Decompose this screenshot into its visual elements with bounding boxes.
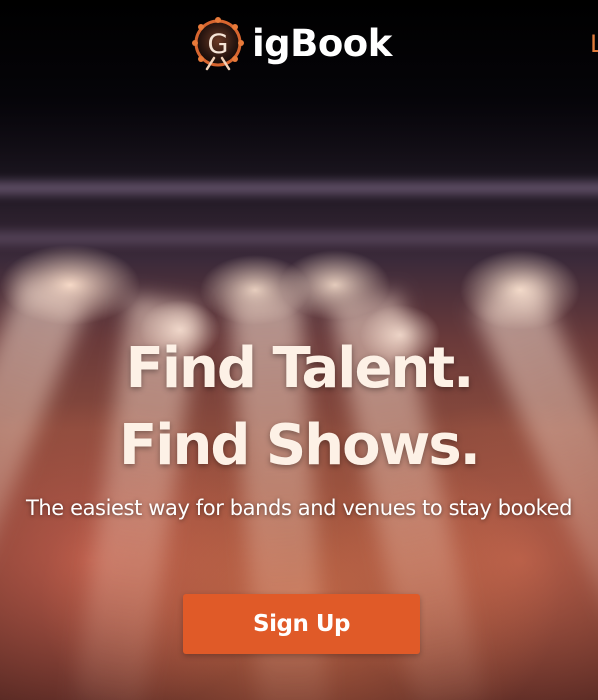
hero-subheadline: The easiest way for bands and venues to … [25, 496, 573, 520]
stage-rig-truss-lower [0, 225, 598, 251]
stage-rig-truss [0, 175, 598, 201]
login-link[interactable]: L [590, 30, 598, 58]
hero-section: Find Talent. Find Shows. The easiest way… [0, 330, 598, 522]
logo-letter: G [208, 29, 229, 60]
hero-headline-line-2: Find Shows. [119, 413, 481, 478]
brand-name: igBook [252, 21, 392, 65]
sign-up-button[interactable]: Sign Up [183, 594, 420, 654]
landing-page: G igBook L Find Talent. Find Shows. The … [0, 0, 598, 700]
hero-headline-line-1: Find Talent. [125, 336, 475, 401]
gigbook-logo-icon: G [192, 17, 244, 71]
navbar: G igBook L [0, 0, 598, 90]
brand-home-link[interactable]: G igBook [189, 14, 392, 72]
